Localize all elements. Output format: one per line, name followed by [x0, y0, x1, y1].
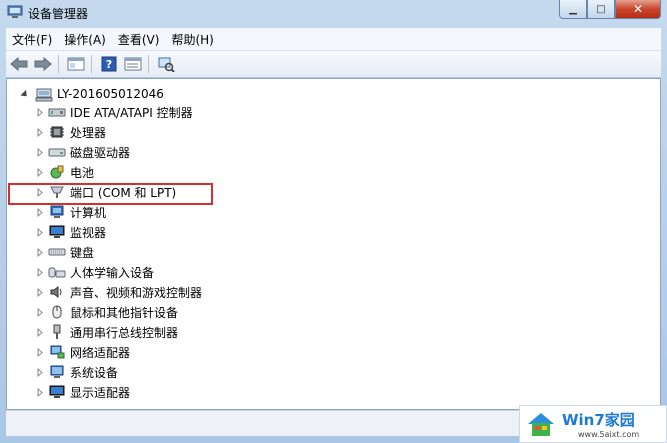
sound-icon [48, 284, 66, 300]
watermark-url: www.5aixt.com [578, 430, 640, 439]
tree-item-label: 声音、视频和游戏控制器 [70, 285, 203, 300]
expand-arrow-icon[interactable] [37, 147, 43, 157]
maximize-button[interactable]: □ [587, 0, 615, 19]
expand-arrow-icon[interactable] [37, 327, 43, 337]
back-arrow-icon [10, 57, 28, 71]
tree-item-mice[interactable]: 鼠标和其他指针设备 [37, 303, 178, 321]
tree-item-label: 电池 [70, 165, 95, 180]
back-button[interactable] [8, 54, 30, 74]
tree-item-label: 鼠标和其他指针设备 [70, 305, 179, 320]
expand-arrow-icon[interactable] [37, 387, 43, 397]
properties-button[interactable] [122, 54, 144, 74]
tree-item-display[interactable]: 显示适配器 [37, 383, 130, 401]
toolbar-separator [58, 55, 59, 73]
computer-root-icon [35, 88, 53, 102]
tree-item-sound[interactable]: 声音、视频和游戏控制器 [37, 283, 202, 301]
expand-arrow-icon[interactable] [37, 247, 43, 257]
menu-file[interactable]: 文件(F) [6, 31, 58, 48]
usb-icon [48, 324, 66, 340]
tree-item-disk-drives[interactable]: 磁盘驱动器 [37, 143, 130, 161]
network-adapter-icon [48, 344, 66, 360]
tree-item-processor[interactable]: 处理器 [37, 123, 106, 141]
tree-item-battery[interactable]: 电池 [37, 163, 94, 181]
battery-icon [48, 164, 66, 180]
menu-action[interactable]: 操作(A) [58, 31, 112, 48]
expand-arrow-icon[interactable] [37, 347, 43, 357]
tree-item-label: 显示适配器 [70, 385, 131, 400]
expand-arrow-icon[interactable] [37, 227, 43, 237]
tree-item-system[interactable]: 系统设备 [37, 363, 118, 381]
window-title: 设备管理器 [28, 7, 89, 21]
expand-arrow-icon[interactable] [37, 367, 43, 377]
keyboard-icon [48, 244, 66, 260]
root-label: LY-201605012046 [57, 87, 164, 101]
device-tree-panel[interactable]: LY-201605012046 IDE ATA/ATAPI 控制器 处理器 磁盘… [6, 78, 661, 410]
tree-item-usb[interactable]: 通用串行总线控制器 [37, 323, 178, 341]
watermark: Win7家园 www.5aixt.com [519, 405, 667, 443]
expand-arrow-icon[interactable] [37, 107, 43, 117]
expand-arrow-icon[interactable] [37, 287, 43, 297]
ports-highlight-box [8, 183, 213, 205]
toolbar-separator [148, 55, 149, 73]
monitor-icon [48, 224, 66, 240]
tree-item-label: 处理器 [70, 125, 107, 140]
toolbar: ? [6, 51, 661, 78]
tree-item-label: IDE ATA/ATAPI 控制器 [70, 105, 193, 120]
tree-item-keyboards[interactable]: 键盘 [37, 243, 94, 261]
show-hide-tree-button[interactable] [65, 54, 87, 74]
console-tree-icon [67, 57, 85, 71]
win7-logo-icon [528, 413, 554, 436]
tree-item-label: 计算机 [70, 205, 107, 220]
ide-controller-icon [48, 104, 66, 120]
help-button[interactable]: ? [98, 54, 120, 74]
minimize-button[interactable]: ▁ [559, 0, 587, 19]
collapse-arrow-icon[interactable] [20, 89, 30, 99]
menu-help[interactable]: 帮助(H) [165, 31, 219, 48]
svg-text:?: ? [106, 58, 112, 71]
device-manager-window: 设备管理器 ▁ □ ✕ 文件(F) 操作(A) 查看(V) 帮助(H) ? LY… [0, 0, 667, 443]
processor-icon [48, 124, 66, 140]
system-device-icon [48, 364, 66, 380]
properties-icon [124, 57, 142, 71]
expand-arrow-icon[interactable] [37, 307, 43, 317]
tree-item-label: 人体学输入设备 [70, 265, 155, 280]
tree-item-label: 网络适配器 [70, 345, 131, 360]
scan-hardware-button[interactable] [155, 54, 177, 74]
tree-item-ide[interactable]: IDE ATA/ATAPI 控制器 [37, 103, 193, 121]
hid-icon [48, 264, 66, 280]
menu-bar: 文件(F) 操作(A) 查看(V) 帮助(H) [6, 28, 661, 51]
watermark-title: Win7家园 [562, 411, 635, 429]
expand-arrow-icon[interactable] [37, 207, 43, 217]
display-adapter-icon [48, 384, 66, 400]
expand-arrow-icon[interactable] [37, 127, 43, 137]
scan-hardware-icon [158, 57, 175, 72]
mouse-icon [48, 304, 66, 320]
disk-drive-icon [48, 144, 66, 160]
device-manager-icon [7, 5, 23, 18]
menu-view[interactable]: 查看(V) [112, 31, 166, 48]
tree-item-label: 通用串行总线控制器 [70, 325, 179, 340]
tree-item-label: 键盘 [70, 245, 95, 260]
title-bar[interactable]: 设备管理器 ▁ □ ✕ [0, 0, 667, 26]
tree-item-label: 系统设备 [70, 365, 119, 380]
close-button[interactable]: ✕ [615, 0, 661, 19]
computer-icon [48, 204, 66, 220]
forward-button[interactable] [32, 54, 54, 74]
tree-item-computer[interactable]: 计算机 [37, 203, 106, 221]
tree-item-network[interactable]: 网络适配器 [37, 343, 130, 361]
expand-arrow-icon[interactable] [37, 167, 43, 177]
tree-item-monitors[interactable]: 监视器 [37, 223, 106, 241]
tree-item-hid[interactable]: 人体学输入设备 [37, 263, 154, 281]
toolbar-separator [91, 55, 92, 73]
tree-item-label: 监视器 [70, 225, 107, 240]
tree-item-label: 磁盘驱动器 [70, 145, 131, 160]
expand-arrow-icon[interactable] [37, 267, 43, 277]
forward-arrow-icon [34, 57, 52, 71]
help-icon: ? [101, 56, 117, 72]
tree-root-computer[interactable]: LY-201605012046 [20, 85, 164, 103]
